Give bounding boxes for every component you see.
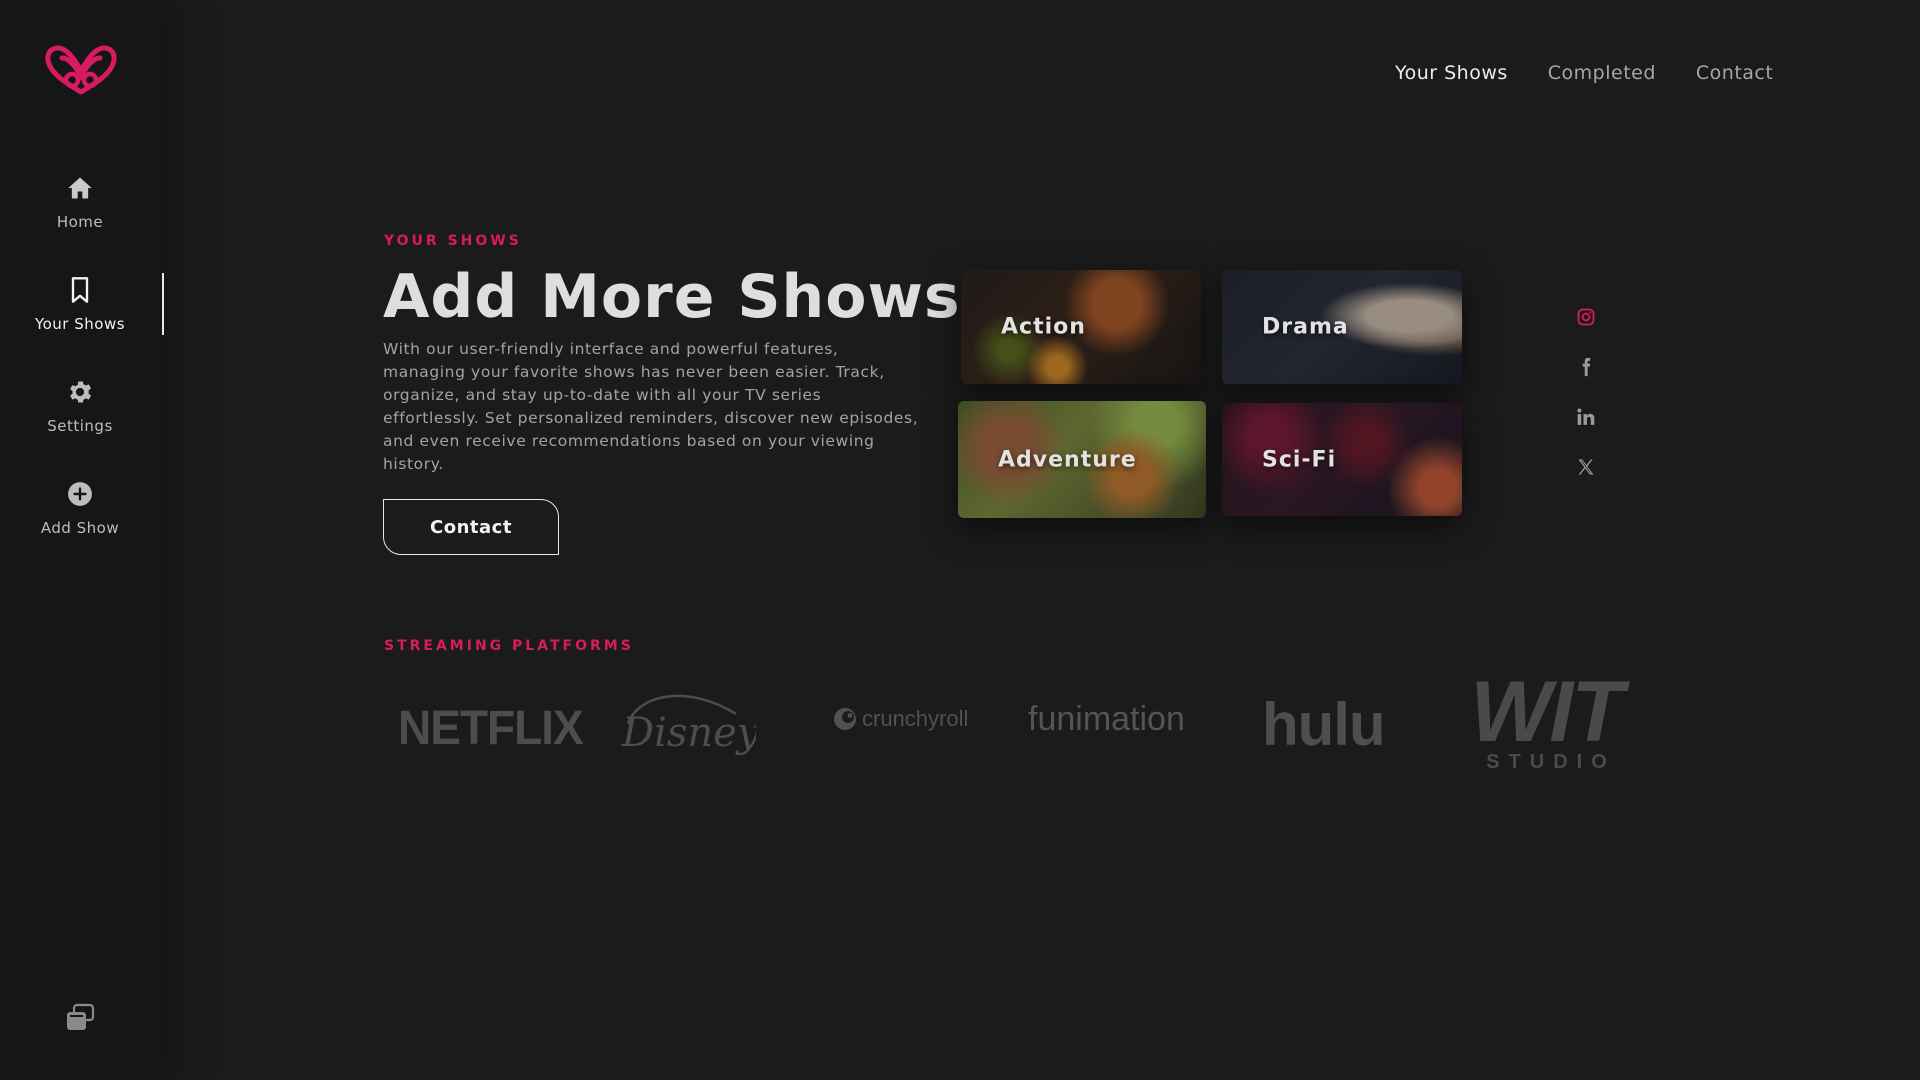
genre-card-adventure[interactable]: Adventure (958, 401, 1206, 518)
sidebar-item-label: Your Shows (34, 315, 126, 333)
disney-plus-logo: Disney+ (618, 684, 756, 760)
crunchyroll-logo-text: crunchyroll (862, 706, 969, 731)
sidebar-item-label: Home (56, 213, 104, 231)
windows-stack-icon[interactable] (64, 1002, 96, 1034)
netflix-logo: NETFLIX (398, 699, 584, 755)
sidebar-item-label: Add Show (40, 519, 120, 537)
sidebar-item-add-show[interactable]: Add Show (0, 479, 160, 559)
sidebar-item-label: Settings (47, 417, 113, 435)
genre-card-label: Drama (1262, 314, 1349, 340)
topnav-completed[interactable]: Completed (1548, 62, 1656, 84)
plus-circle-icon (65, 479, 95, 509)
wit-studio-logo-subtext: STUDIO (1486, 750, 1616, 773)
genre-card-label: Adventure (998, 447, 1137, 472)
wit-studio-logo: WIT STUDIO (1458, 668, 1634, 778)
hero-description: With our user-friendly interface and pow… (383, 340, 919, 473)
genre-card-drama[interactable]: Drama (1222, 270, 1462, 384)
crunchyroll-logo: crunchyroll (832, 706, 968, 732)
platforms-eyebrow: STREAMING PLATFORMS (384, 638, 634, 654)
genre-card-sci-fi[interactable]: Sci-Fi (1222, 403, 1462, 516)
page-title: Add More Shows (383, 262, 961, 332)
infinity-heart-logo-icon[interactable] (42, 44, 120, 96)
sidebar-item-home[interactable]: Home (0, 173, 160, 253)
gear-icon (65, 377, 95, 407)
topnav-contact[interactable]: Contact (1696, 62, 1773, 84)
genre-card-action[interactable]: Action (961, 270, 1201, 384)
sidebar-item-your-shows[interactable]: Your Shows (0, 275, 160, 355)
sidebar-item-settings[interactable]: Settings (0, 377, 160, 457)
hero-eyebrow: YOUR SHOWS (384, 233, 522, 249)
x-icon[interactable] (1573, 454, 1599, 480)
wit-studio-logo-text: WIT (1470, 663, 1624, 760)
sidebar: Home Your Shows Settings Add Show (0, 0, 164, 1080)
topnav-your-shows[interactable]: Your Shows (1395, 62, 1508, 84)
linkedin-icon[interactable] (1573, 404, 1599, 430)
hulu-logo: hulu (1262, 691, 1386, 758)
home-icon (65, 173, 95, 203)
genre-card-label: Action (1001, 314, 1086, 340)
top-nav: Your Shows Completed Contact (1395, 62, 1773, 84)
bookmark-icon (65, 275, 95, 305)
contact-button[interactable]: Contact (383, 499, 559, 555)
genre-card-label: Sci-Fi (1262, 447, 1337, 472)
disney-plus-logo-text: Disney+ (621, 710, 756, 756)
facebook-icon[interactable] (1573, 354, 1599, 380)
active-indicator (162, 273, 164, 335)
instagram-icon[interactable] (1573, 304, 1599, 330)
funimation-logo: funimation (1028, 700, 1185, 738)
